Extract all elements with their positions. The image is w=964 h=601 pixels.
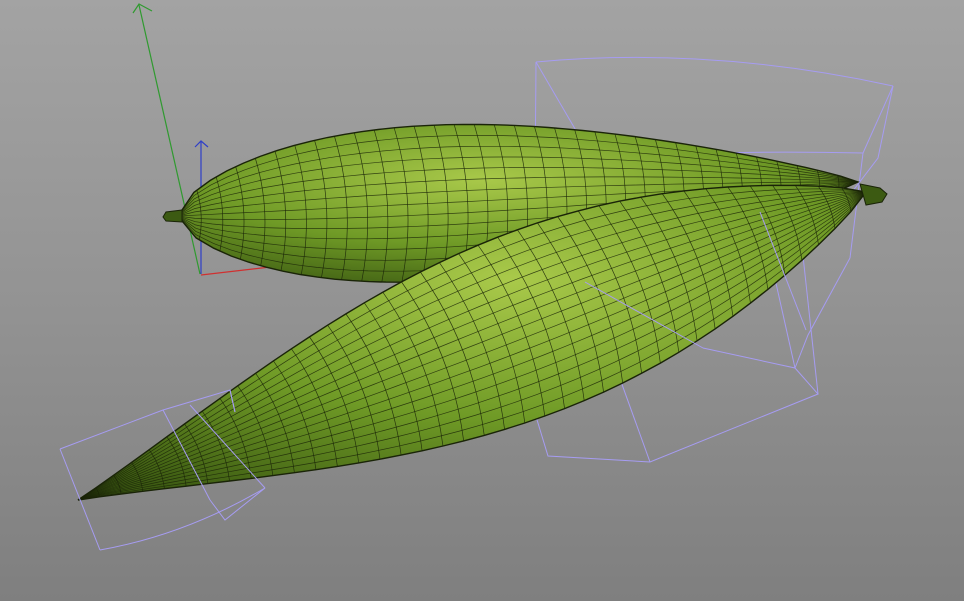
luffa-lower-stem-right (859, 183, 888, 206)
scene-canvas[interactable] (0, 0, 964, 601)
y-axis-line (138, 4, 201, 275)
3d-viewport[interactable] (0, 0, 964, 601)
luffa-upper-stem-left (162, 209, 183, 223)
y-axis-arrowhead (132, 3, 153, 14)
